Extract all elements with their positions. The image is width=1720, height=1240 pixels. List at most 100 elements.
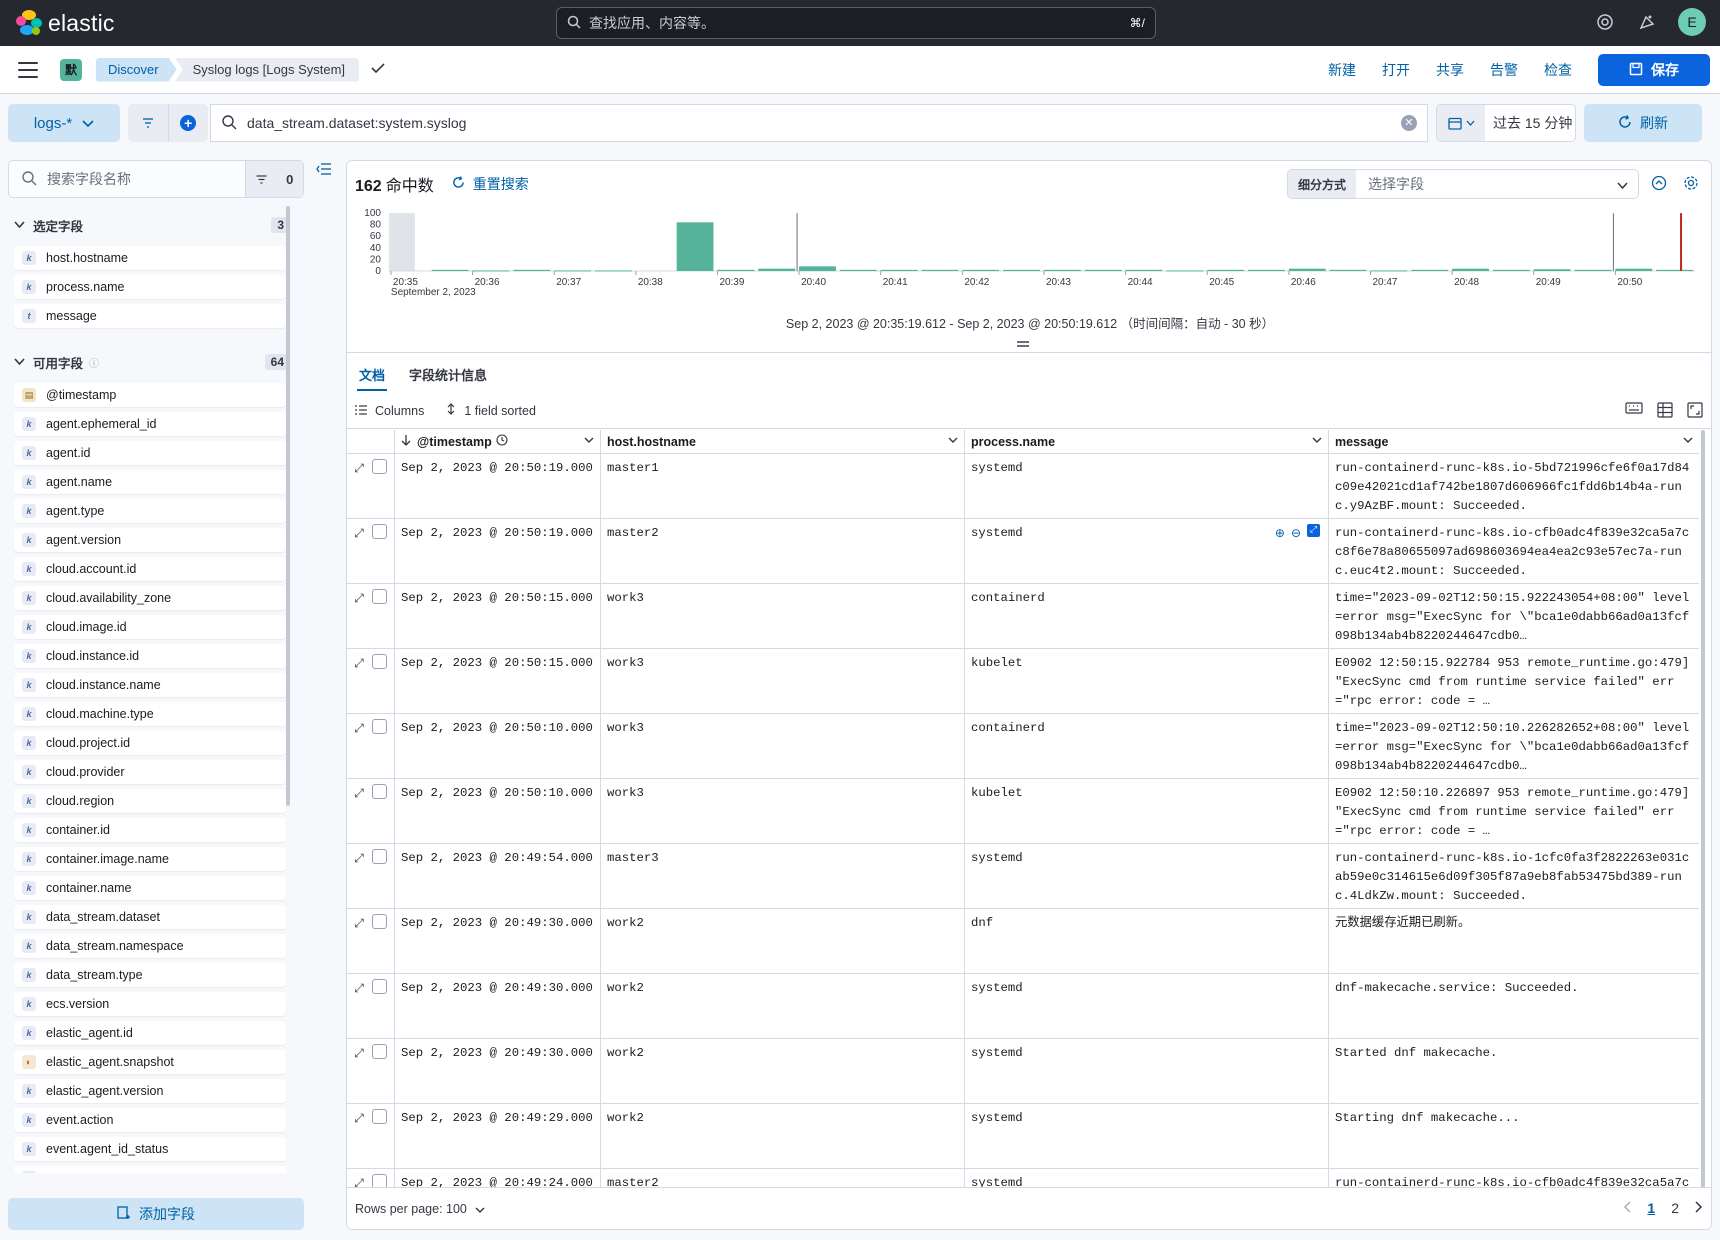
row-checkbox[interactable] bbox=[371, 914, 387, 929]
row-checkbox[interactable] bbox=[371, 589, 387, 604]
breadcrumb-discover[interactable]: Discover bbox=[96, 58, 177, 82]
column-header-process[interactable]: process.name bbox=[965, 430, 1329, 453]
timestamp-cell[interactable]: Sep 2, 2023 @ 20:49:30.000 bbox=[395, 974, 601, 1038]
histogram-bar[interactable] bbox=[513, 269, 551, 271]
field-item[interactable]: k data_stream.type bbox=[14, 963, 286, 987]
chevron-down-icon[interactable] bbox=[584, 435, 594, 446]
process-cell[interactable]: containerd bbox=[965, 584, 1329, 648]
chevron-down-icon[interactable] bbox=[1683, 435, 1693, 446]
next-page-icon[interactable] bbox=[1695, 1200, 1703, 1216]
expand-icon[interactable]: ⤢ bbox=[354, 654, 364, 673]
expand-icon[interactable]: ⤢ bbox=[354, 1109, 364, 1128]
add-filter-button[interactable]: + bbox=[167, 104, 209, 142]
timestamp-cell[interactable]: Sep 2, 2023 @ 20:49:29.000 bbox=[395, 1104, 601, 1168]
page-2-link[interactable]: 2 bbox=[1671, 1200, 1679, 1216]
page-1-link[interactable]: 1 bbox=[1647, 1200, 1655, 1216]
table-row[interactable]: ⤢ Sep 2, 2023 @ 20:49:30.000 work2 systemd S… bbox=[347, 1039, 1699, 1104]
new-button[interactable]: 新建 bbox=[1328, 60, 1356, 80]
table-row[interactable]: ⤢ Sep 2, 2023 @ 20:50:19.000 master2 system… bbox=[347, 519, 1699, 584]
hostname-cell[interactable]: work2 bbox=[601, 1039, 965, 1103]
row-checkbox[interactable] bbox=[371, 784, 387, 799]
histogram-bar[interactable] bbox=[1656, 269, 1694, 271]
histogram-bar[interactable] bbox=[880, 269, 918, 271]
histogram-bar[interactable] bbox=[431, 269, 469, 271]
histogram-bar[interactable] bbox=[1615, 268, 1653, 271]
rows-per-page-select[interactable]: Rows per page: 100 bbox=[355, 1202, 485, 1216]
table-row[interactable]: ⤢ Sep 2, 2023 @ 20:50:15.000 work3 kubelet E… bbox=[347, 649, 1699, 714]
expand-icon[interactable]: ⤢ bbox=[354, 784, 364, 803]
table-row[interactable]: ⤢ Sep 2, 2023 @ 20:50:10.000 work3 kubelet E… bbox=[347, 779, 1699, 844]
keyboard-icon[interactable] bbox=[1625, 402, 1643, 421]
inspect-button[interactable]: 检查 bbox=[1544, 60, 1572, 80]
process-cell[interactable]: kubelet bbox=[965, 779, 1329, 843]
open-button[interactable]: 打开 bbox=[1382, 60, 1410, 80]
histogram-bar[interactable] bbox=[1125, 269, 1163, 271]
message-cell[interactable]: time="2023-09-02T12:50:15.922243054+08:0… bbox=[1329, 584, 1699, 648]
histogram-bar[interactable] bbox=[839, 269, 877, 271]
field-item[interactable]: k cloud.machine.type bbox=[14, 702, 286, 726]
timestamp-cell[interactable]: Sep 2, 2023 @ 20:49:30.000 bbox=[395, 1039, 601, 1103]
field-item[interactable]: k agent.id bbox=[14, 441, 286, 465]
histogram-bar[interactable] bbox=[962, 269, 1000, 271]
elastic-logo[interactable]: elastic bbox=[16, 10, 556, 37]
expand-icon[interactable]: ⤢ bbox=[354, 719, 364, 738]
table-row[interactable]: ⤢ Sep 2, 2023 @ 20:50:19.000 master1 system… bbox=[347, 454, 1699, 519]
gear-icon[interactable] bbox=[1683, 175, 1699, 194]
news-feed-icon[interactable] bbox=[1636, 11, 1658, 33]
field-item[interactable]: k data_stream.dataset bbox=[14, 905, 286, 929]
table-row[interactable]: ⤢ Sep 2, 2023 @ 20:50:10.000 work3 containe… bbox=[347, 714, 1699, 779]
process-cell[interactable]: kubelet bbox=[965, 649, 1329, 713]
filter-out-icon[interactable]: ⊖ bbox=[1291, 524, 1301, 543]
field-item[interactable]: k host.hostname bbox=[14, 246, 286, 270]
histogram-bar[interactable] bbox=[595, 270, 632, 272]
message-cell[interactable]: run-containerd-runc-k8s.io-1cfc0fa3f2822… bbox=[1329, 844, 1699, 908]
message-cell[interactable]: Starting dnf makecache... bbox=[1329, 1104, 1699, 1168]
reset-search-button[interactable]: 重置搜索 bbox=[452, 174, 529, 194]
clear-query-icon[interactable]: ✕ bbox=[1401, 115, 1417, 131]
column-header-message[interactable]: message bbox=[1329, 430, 1699, 453]
expand-icon[interactable]: ⤢ bbox=[354, 524, 364, 543]
expand-icon[interactable]: ⤢ bbox=[354, 849, 364, 868]
hostname-cell[interactable]: master2 bbox=[601, 519, 965, 583]
histogram-bar[interactable] bbox=[1533, 269, 1571, 271]
collapse-sidebar-icon[interactable] bbox=[316, 162, 332, 178]
field-item[interactable]: k ecs.version bbox=[14, 992, 286, 1016]
column-header-host[interactable]: host.hostname bbox=[601, 430, 965, 453]
field-item[interactable]: t message bbox=[14, 304, 286, 328]
histogram-bar[interactable] bbox=[1492, 269, 1530, 271]
message-cell[interactable]: time="2023-09-02T12:50:10.226282652+08:0… bbox=[1329, 714, 1699, 778]
field-item[interactable]: k event.agent_id_status bbox=[14, 1137, 286, 1161]
filter-in-icon[interactable]: ⊕ bbox=[1275, 524, 1285, 543]
process-cell[interactable]: systemd bbox=[965, 1039, 1329, 1103]
field-item[interactable]: k elastic_agent.version bbox=[14, 1079, 286, 1103]
histogram-bar[interactable] bbox=[1288, 268, 1326, 271]
field-item[interactable]: k agent.name bbox=[14, 470, 286, 494]
field-item[interactable]: k agent.version bbox=[14, 528, 286, 552]
expand-icon[interactable]: ⤢ bbox=[354, 459, 364, 478]
histogram-bar[interactable] bbox=[472, 270, 510, 272]
row-checkbox[interactable] bbox=[371, 654, 387, 669]
field-item[interactable]: k cloud.availability_zone bbox=[14, 586, 286, 610]
selected-fields-header[interactable]: 选定字段 3 bbox=[8, 212, 304, 238]
timestamp-cell[interactable]: Sep 2, 2023 @ 20:50:15.000 bbox=[395, 584, 601, 648]
timestamp-cell[interactable]: Sep 2, 2023 @ 20:50:10.000 bbox=[395, 714, 601, 778]
hostname-cell[interactable]: work2 bbox=[601, 1104, 965, 1168]
expand-icon[interactable]: ⤢ bbox=[354, 1044, 364, 1063]
field-item[interactable]: k cloud.project.id bbox=[14, 731, 286, 755]
field-search-input[interactable]: 搜索字段名称 0 bbox=[8, 160, 304, 198]
timestamp-cell[interactable]: Sep 2, 2023 @ 20:50:19.000 bbox=[395, 519, 601, 583]
hostname-cell[interactable]: master1 bbox=[601, 454, 965, 518]
field-item[interactable]: k container.name bbox=[14, 876, 286, 900]
field-item[interactable]: ▤ @timestamp bbox=[14, 383, 286, 407]
hostname-cell[interactable]: work2 bbox=[601, 974, 965, 1038]
timestamp-cell[interactable]: Sep 2, 2023 @ 20:50:15.000 bbox=[395, 649, 601, 713]
sidebar-scrollbar[interactable] bbox=[286, 206, 290, 806]
table-row[interactable]: ⤢ Sep 2, 2023 @ 20:49:30.000 work2 dnf 元数据缓存… bbox=[347, 909, 1699, 974]
hostname-cell[interactable]: work3 bbox=[601, 714, 965, 778]
message-cell[interactable]: run-containerd-runc-k8s.io-cfb0adc4f839e… bbox=[1329, 519, 1699, 583]
field-item[interactable]: ◐ elastic_agent.snapshot bbox=[14, 1050, 286, 1074]
field-item[interactable]: k cloud.image.id bbox=[14, 615, 286, 639]
histogram-bar[interactable] bbox=[1370, 270, 1408, 272]
field-item[interactable]: k process.name bbox=[14, 275, 286, 299]
hostname-cell[interactable]: work3 bbox=[601, 779, 965, 843]
